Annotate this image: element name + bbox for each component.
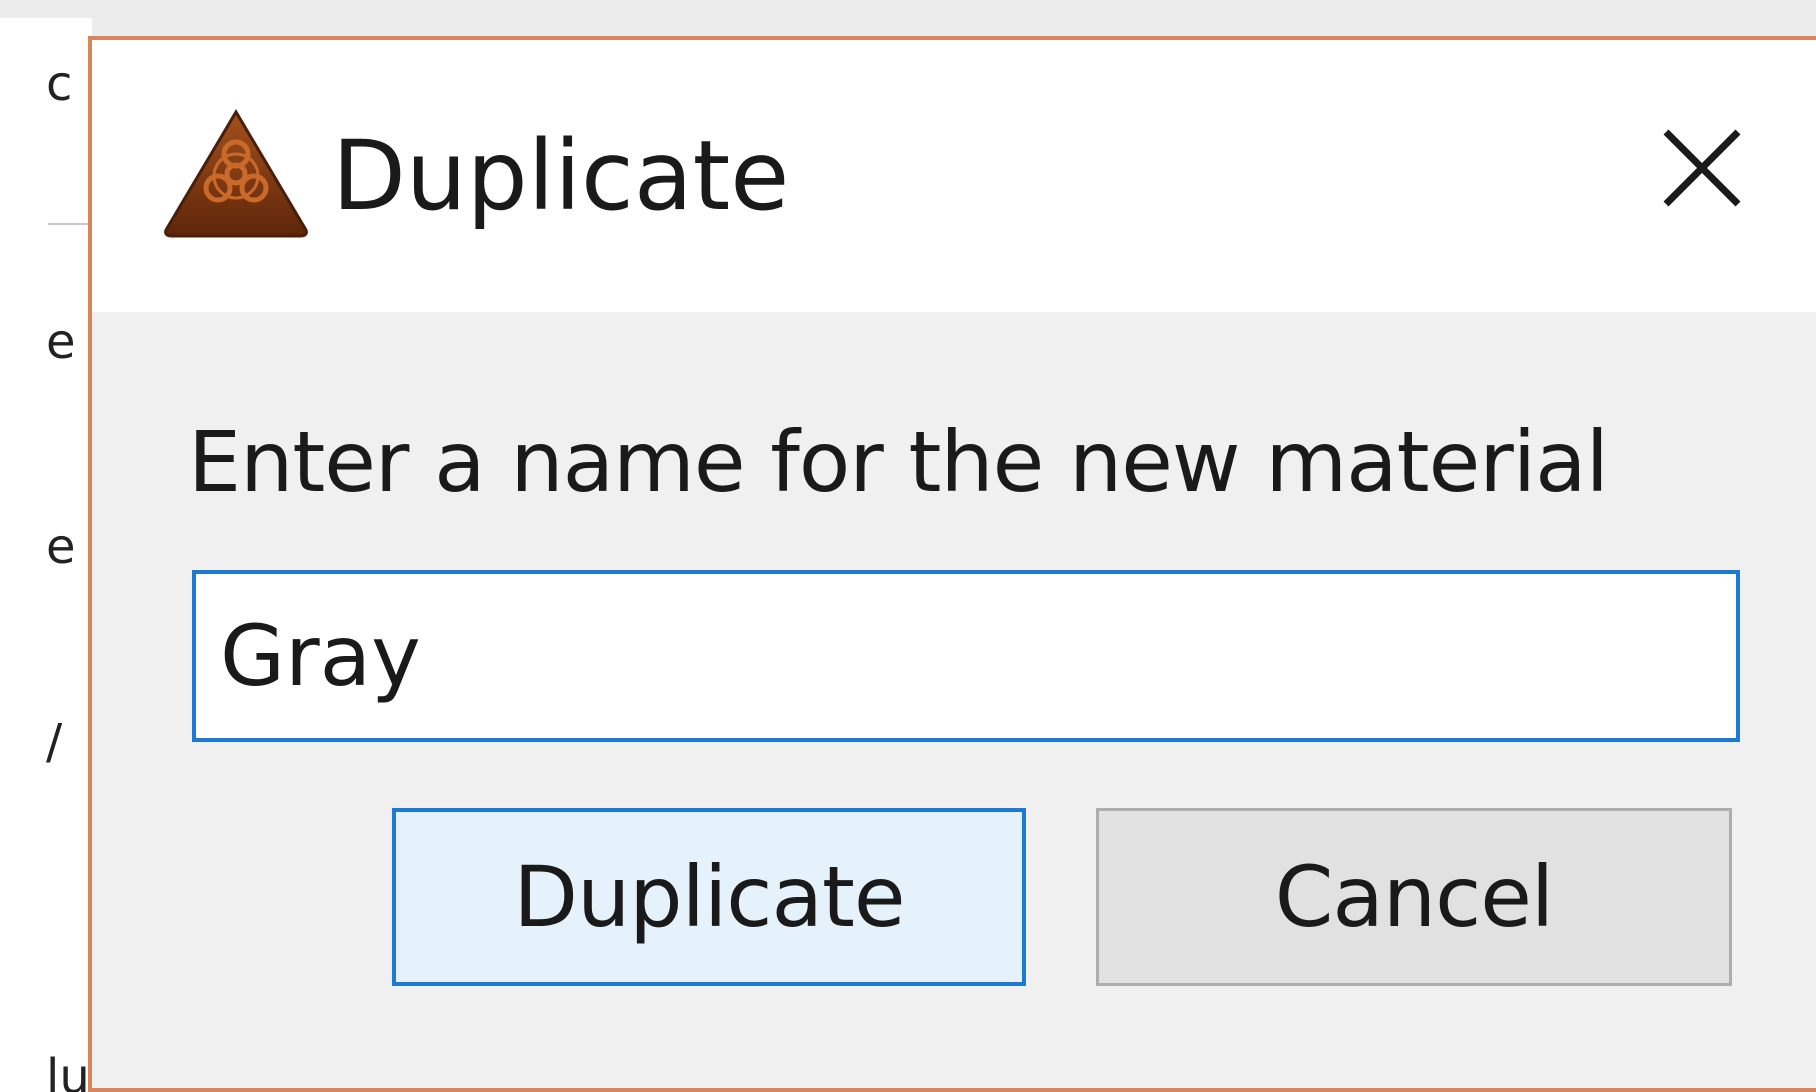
background-divider (48, 223, 92, 225)
dialog-title: Duplicate (332, 120, 790, 232)
background-text-fragment: e (46, 519, 76, 575)
close-icon (1658, 124, 1746, 216)
close-button[interactable] (1632, 100, 1772, 240)
background-text-fragment: c (46, 56, 73, 112)
duplicate-button-label: Duplicate (513, 848, 905, 946)
background-text-fragment: lu (46, 1049, 90, 1092)
duplicate-dialog: Duplicate Enter a name for the new mater… (88, 36, 1816, 1092)
cancel-button[interactable]: Cancel (1096, 808, 1732, 986)
background-text-fragment: e (46, 314, 76, 370)
material-name-input[interactable] (192, 570, 1740, 742)
biohazard-warning-icon (162, 108, 310, 238)
screen: c e e / lu Duplicate Enter a name for th… (0, 0, 1816, 1092)
cancel-button-label: Cancel (1274, 848, 1555, 946)
duplicate-button[interactable]: Duplicate (392, 808, 1026, 986)
background-app-panel: c e e / lu (0, 0, 92, 1092)
background-text-fragment: / (46, 714, 63, 770)
prompt-label: Enter a name for the new material (188, 413, 1609, 511)
dialog-titlebar[interactable]: Duplicate (92, 40, 1816, 312)
background-top-strip (92, 0, 1816, 38)
